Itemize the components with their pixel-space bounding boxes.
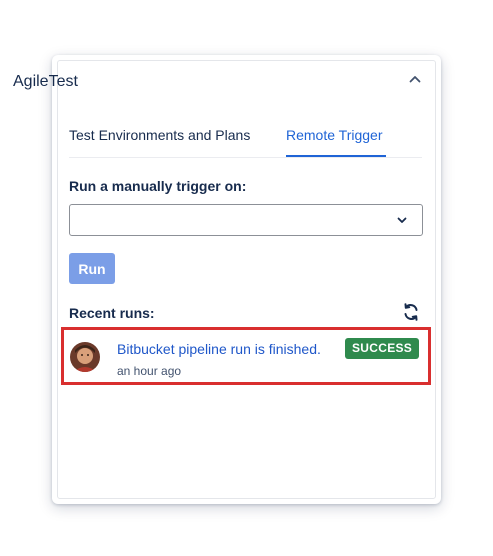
trigger-select[interactable] (69, 204, 423, 236)
tab-remote-trigger[interactable]: Remote Trigger (286, 127, 382, 143)
trigger-label: Run a manually trigger on: (69, 178, 247, 194)
refresh-icon[interactable] (401, 302, 421, 322)
active-tab-indicator (286, 155, 386, 157)
run-title-link[interactable]: Bitbucket pipeline run is finished. (117, 341, 321, 357)
run-timestamp: an hour ago (117, 364, 182, 378)
list-item[interactable]: Bitbucket pipeline run is finished. SUCC… (61, 327, 431, 385)
chevron-down-icon (397, 217, 407, 223)
tab-test-environments[interactable]: Test Environments and Plans (69, 127, 250, 143)
run-button[interactable]: Run (69, 253, 115, 284)
chevron-up-icon[interactable] (407, 71, 423, 87)
avatar (70, 342, 100, 372)
tab-bar: Test Environments and Plans Remote Trigg… (69, 125, 422, 158)
panel-title: AgileTest (13, 73, 78, 90)
status-badge: SUCCESS (345, 338, 420, 359)
recent-runs-label: Recent runs: (69, 305, 155, 321)
